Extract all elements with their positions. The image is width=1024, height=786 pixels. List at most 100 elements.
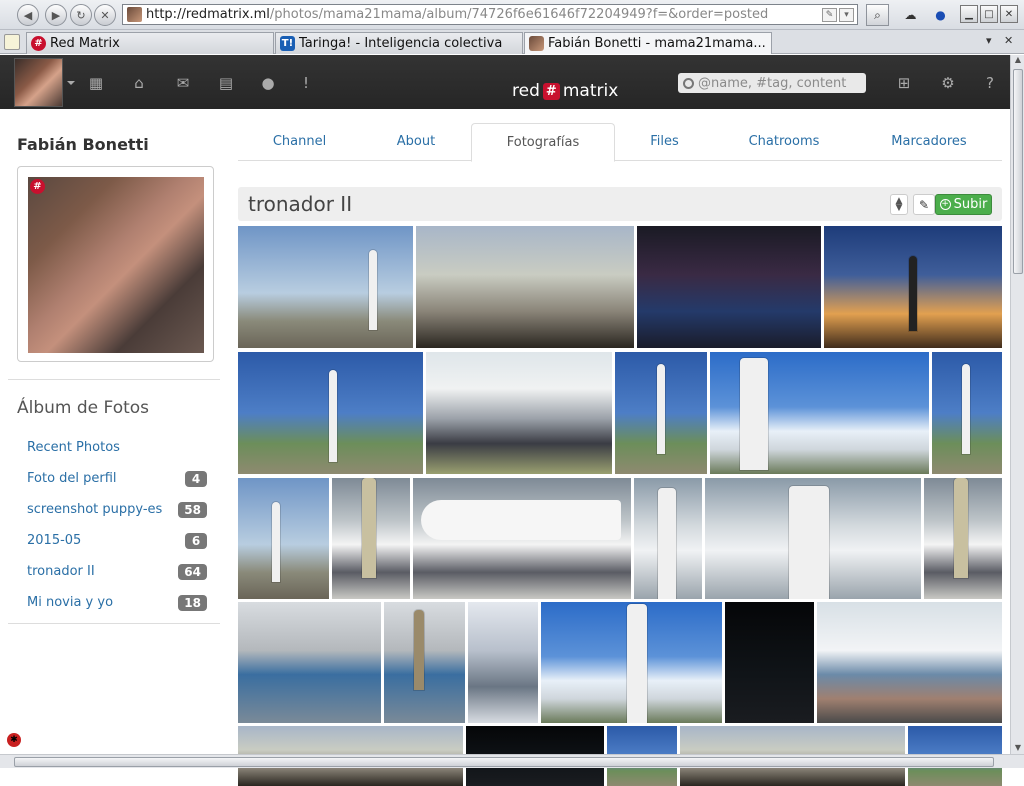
cloud-icon[interactable]: ☁ xyxy=(899,4,922,26)
photo-thumbnail[interactable] xyxy=(924,478,1002,599)
browser-tab-taringa[interactable]: T! Taringa! - Inteligencia colectiva xyxy=(275,32,523,54)
url-bar[interactable]: http://redmatrix.ml/photos/mama21mama/al… xyxy=(122,4,858,25)
edit-url-icon[interactable]: ✎ xyxy=(822,7,837,22)
redmatrix-icon: # xyxy=(30,179,45,194)
back-icon[interactable]: ◀ xyxy=(17,4,39,26)
photo-thumbnail[interactable] xyxy=(710,352,929,474)
album-item-2015-05[interactable]: 2015-05 6 xyxy=(27,525,207,556)
scroll-up-icon[interactable]: ▲ xyxy=(1013,55,1023,66)
photo-thumbnail[interactable] xyxy=(413,478,631,599)
browser-tab-redmatrix[interactable]: # Red Matrix xyxy=(26,32,274,54)
tab-list-icon[interactable]: ▾ xyxy=(986,34,992,47)
album-label[interactable]: Mi novia y yo xyxy=(27,595,113,610)
bookmark-icon[interactable] xyxy=(4,34,20,50)
album-list: Recent Photos Foto del perfil 4 screensh… xyxy=(27,432,207,618)
scrollbar-thumb[interactable] xyxy=(14,757,994,767)
photo-thumbnail[interactable] xyxy=(637,226,821,348)
album-item-tronador[interactable]: tronador II 64 xyxy=(27,556,207,587)
close-window-icon[interactable]: ✕ xyxy=(1000,5,1018,23)
dropdown-url-icon[interactable]: ▾ xyxy=(839,7,854,22)
stop-icon[interactable]: ✕ xyxy=(94,4,116,26)
browser-tab-photos[interactable]: Fabián Bonetti - mama21mama... xyxy=(524,32,772,54)
bug-icon[interactable]: ✱ xyxy=(7,733,21,747)
home-icon[interactable]: ⌂ xyxy=(129,74,149,92)
count-badge: 6 xyxy=(185,532,207,549)
browser-toolbar: ◀ ▶ ↻ ✕ http://redmatrix.ml/photos/mama2… xyxy=(0,0,1024,30)
edit-button[interactable]: ✎ xyxy=(913,194,935,215)
tab-fotografias[interactable]: Fotografías xyxy=(471,123,615,162)
scrollbar-thumb[interactable] xyxy=(1013,69,1023,274)
search-icon xyxy=(683,77,694,89)
blue-globe-icon[interactable]: ● xyxy=(929,4,952,26)
profile-photo[interactable]: # xyxy=(28,177,204,353)
photo-thumbnail[interactable] xyxy=(705,478,921,599)
album-label[interactable]: tronador II xyxy=(27,564,95,579)
vertical-scrollbar[interactable]: ▲ ▼ xyxy=(1010,55,1024,755)
photo-thumbnail[interactable] xyxy=(725,602,814,723)
upload-button[interactable]: + Subir xyxy=(935,194,992,215)
alert-icon[interactable]: ! xyxy=(296,74,316,92)
divider xyxy=(8,379,220,380)
browser-tab-label: Fabián Bonetti - mama21mama... xyxy=(548,36,766,51)
chevron-down-icon[interactable] xyxy=(67,81,75,85)
search-icon[interactable]: ⌕ xyxy=(866,4,889,26)
search-box[interactable] xyxy=(678,73,866,93)
close-tab-icon[interactable]: ✕ xyxy=(1004,34,1013,47)
brand-logo[interactable]: red # matrix xyxy=(512,81,618,101)
brand-text-red: red xyxy=(512,81,540,101)
brand-text-matrix: matrix xyxy=(562,81,619,101)
sidebar: Fabián Bonetti # Álbum de Fotos Recent P… xyxy=(0,109,223,768)
photo-thumbnail[interactable] xyxy=(824,226,1002,348)
photo-thumbnail[interactable] xyxy=(238,602,381,723)
photo-thumbnail[interactable] xyxy=(932,352,1002,474)
owner-name[interactable]: Fabián Bonetti xyxy=(17,135,149,154)
maximize-icon[interactable]: □ xyxy=(980,5,998,23)
album-label[interactable]: 2015-05 xyxy=(27,533,81,548)
album-label[interactable]: Recent Photos xyxy=(27,440,120,455)
photo-thumbnail[interactable] xyxy=(238,478,329,599)
photo-thumbnail[interactable] xyxy=(332,478,410,599)
sitemap-icon[interactable]: ⊞ xyxy=(894,74,914,92)
sort-button[interactable]: ▲ ▼ xyxy=(890,194,908,215)
url-text[interactable]: http://redmatrix.ml/photos/mama21mama/al… xyxy=(146,7,822,22)
photo-thumbnail[interactable] xyxy=(468,602,538,723)
tab-files[interactable]: Files xyxy=(617,123,712,161)
tab-marcadores[interactable]: Marcadores xyxy=(856,123,1002,161)
search-input[interactable] xyxy=(698,75,858,91)
tab-chatrooms[interactable]: Chatrooms xyxy=(714,123,854,161)
apps-icon[interactable]: ▦ xyxy=(86,74,106,92)
horizontal-scrollbar[interactable] xyxy=(0,754,1024,768)
photo-thumbnail[interactable] xyxy=(416,226,634,348)
photo-thumbnail[interactable] xyxy=(634,478,702,599)
reload-icon[interactable]: ↻ xyxy=(70,4,92,26)
minimize-icon[interactable]: ▁ xyxy=(960,5,978,23)
help-icon[interactable]: ? xyxy=(980,74,1000,92)
tab-about[interactable]: About xyxy=(363,123,469,161)
profile-photo-frame: # xyxy=(17,166,214,362)
settings-icon[interactable]: ⚙ xyxy=(938,74,958,92)
photo-thumbnail[interactable] xyxy=(384,602,465,723)
user-icon[interactable]: ● xyxy=(258,74,278,92)
photo-thumbnail[interactable] xyxy=(817,602,1002,723)
photo-thumbnail[interactable] xyxy=(238,226,413,348)
calendar-icon[interactable]: ▤ xyxy=(216,74,236,92)
photo-thumbnail[interactable] xyxy=(615,352,707,474)
forward-icon[interactable]: ▶ xyxy=(45,4,67,26)
count-badge: 4 xyxy=(185,470,207,487)
photo-thumbnail[interactable] xyxy=(541,602,722,723)
mail-icon[interactable]: ✉ xyxy=(173,74,193,92)
pencil-icon: ✎ xyxy=(918,197,930,212)
photo-thumbnail[interactable] xyxy=(426,352,612,474)
tab-channel[interactable]: Channel xyxy=(238,123,361,161)
photo-thumbnail[interactable] xyxy=(238,352,423,474)
album-title: tronador II xyxy=(248,192,353,216)
plus-icon: + xyxy=(939,199,951,210)
album-label[interactable]: screenshot puppy-es xyxy=(27,502,162,517)
album-item-screenshot[interactable]: screenshot puppy-es 58 xyxy=(27,494,207,525)
scroll-down-icon[interactable]: ▼ xyxy=(1013,743,1023,754)
album-item-foto-perfil[interactable]: Foto del perfil 4 xyxy=(27,463,207,494)
album-label[interactable]: Foto del perfil xyxy=(27,471,117,486)
album-item-recent[interactable]: Recent Photos xyxy=(27,432,207,463)
album-item-novia[interactable]: Mi novia y yo 18 xyxy=(27,587,207,618)
avatar[interactable] xyxy=(14,58,63,107)
